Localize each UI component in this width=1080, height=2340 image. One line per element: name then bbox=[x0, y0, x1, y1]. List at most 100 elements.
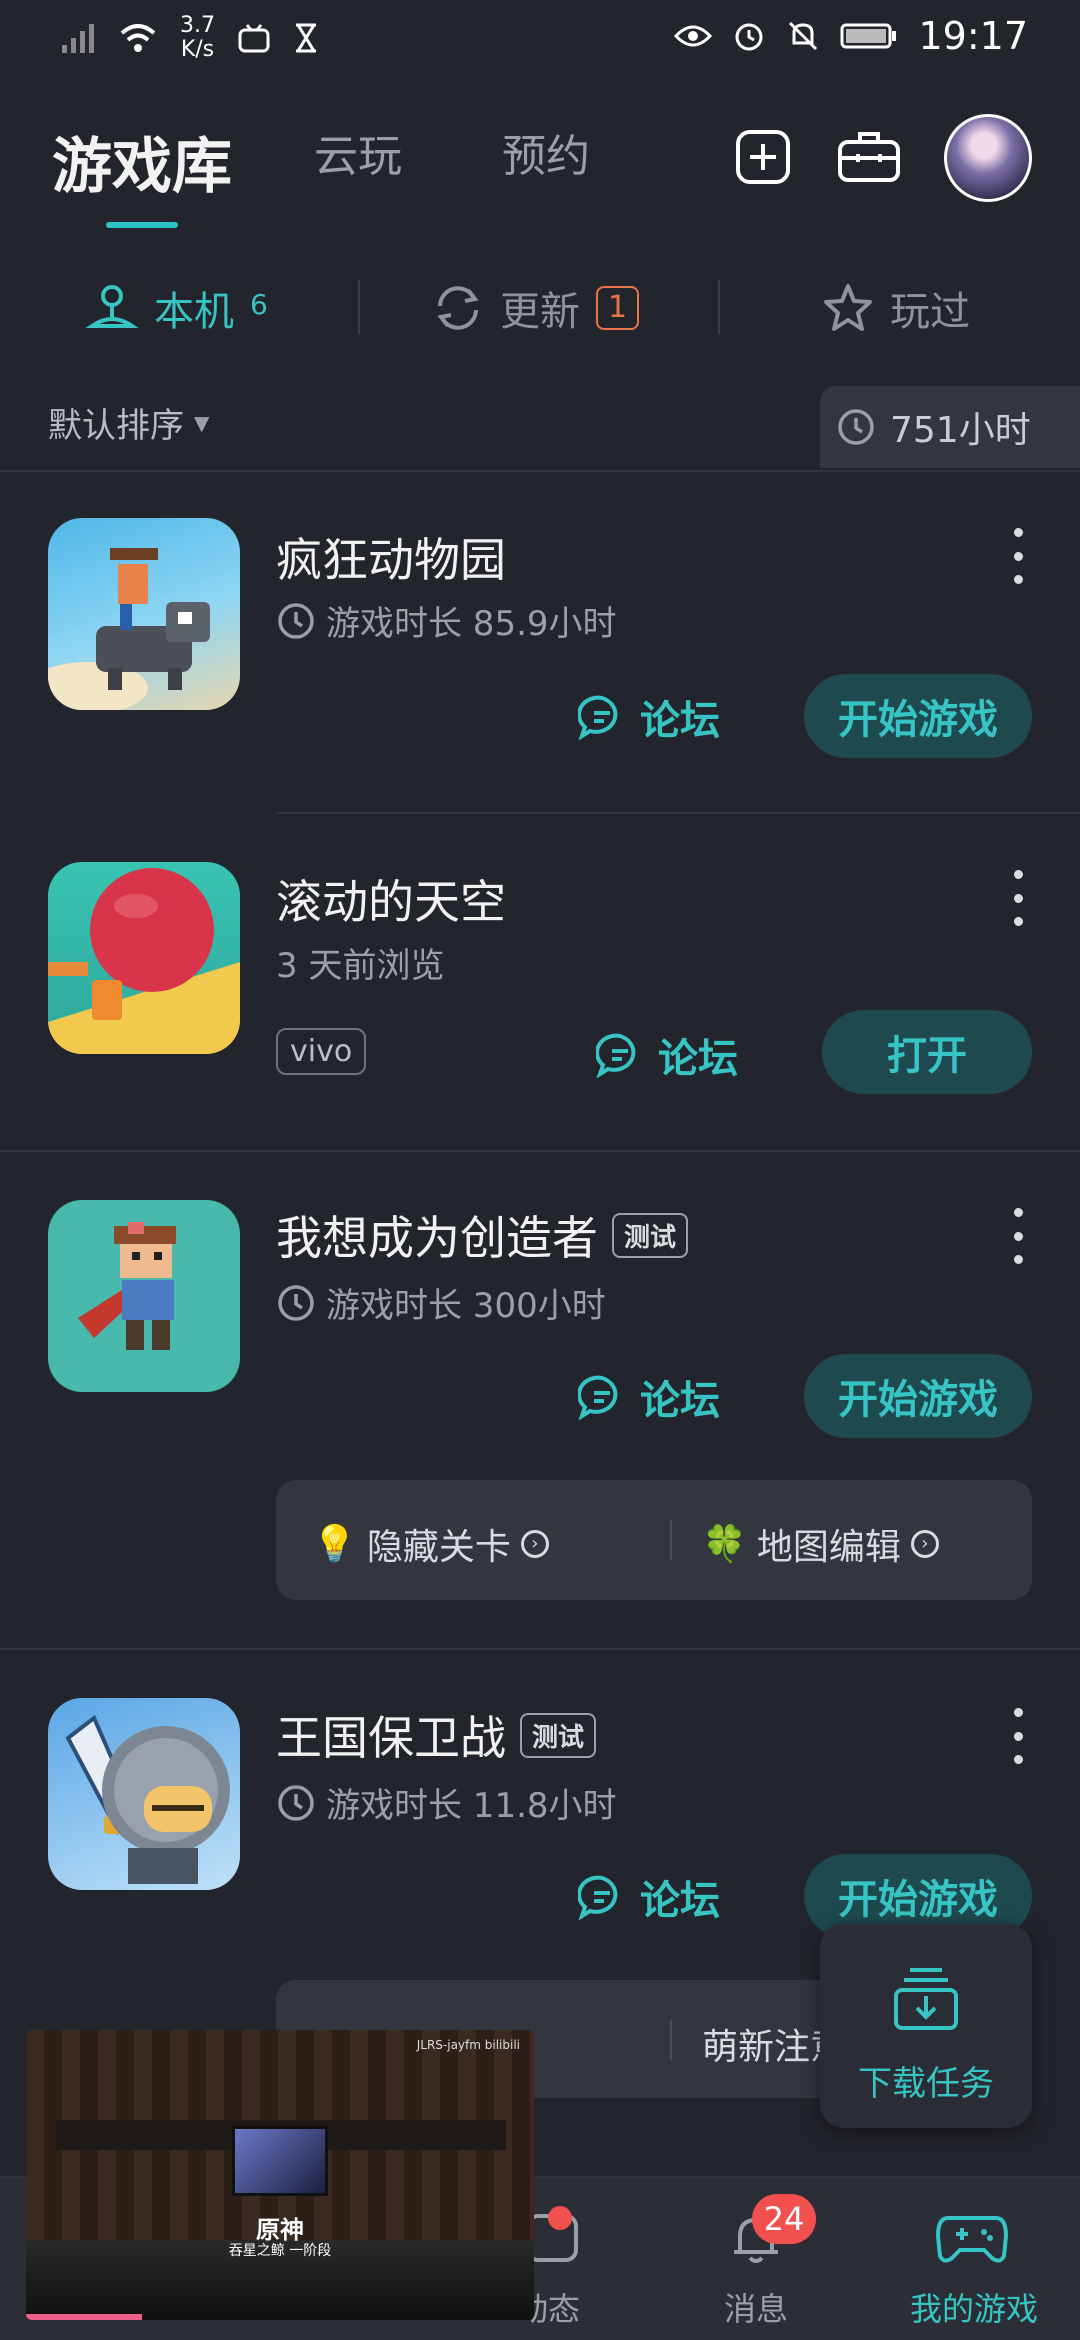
rodeo-art bbox=[48, 548, 210, 710]
nav-my-games[interactable]: 我的游戏 bbox=[910, 2284, 1038, 2330]
lightbulb-icon: 💡 bbox=[312, 1524, 357, 1565]
game-icon-rolling-sky[interactable] bbox=[48, 862, 240, 1054]
divider bbox=[358, 280, 360, 334]
caret-down-icon: ▼ bbox=[194, 410, 210, 435]
alarm-icon bbox=[735, 23, 763, 51]
chat-icon bbox=[578, 1375, 618, 1420]
nav-messages[interactable]: 消息 bbox=[724, 2284, 788, 2330]
tab-cloud-play[interactable]: 云玩 bbox=[314, 120, 402, 184]
game-extras-panel: 💡 隐藏关卡 › 🍀 地图编辑 › bbox=[276, 1480, 1032, 1600]
download-tray-icon bbox=[894, 1968, 958, 2030]
chat-icon bbox=[578, 695, 618, 740]
add-icon[interactable] bbox=[734, 128, 792, 186]
chat-icon bbox=[596, 1033, 636, 1078]
pixel-hero-art bbox=[78, 1222, 176, 1350]
hidden-levels-link[interactable]: 💡 隐藏关卡 › bbox=[312, 1518, 549, 1570]
map-editor-link[interactable]: 🍀 地图编辑 › bbox=[702, 1518, 939, 1570]
signal-icon bbox=[62, 24, 94, 53]
beta-tag: 测试 bbox=[520, 1712, 597, 1758]
more-options-icon[interactable] bbox=[1010, 1208, 1026, 1264]
sort-label: 默认排序 bbox=[48, 406, 184, 446]
start-game-button[interactable]: 开始游戏 bbox=[804, 674, 1032, 758]
total-hours-value: 751小时 bbox=[890, 410, 1031, 451]
clock-time: 19:17 bbox=[918, 14, 1028, 58]
clock-icon bbox=[278, 1784, 314, 1821]
eye-icon bbox=[674, 25, 713, 47]
sort-dropdown[interactable]: 默认排序 ▼ bbox=[48, 398, 209, 447]
clover-icon: 🍀 bbox=[702, 1524, 747, 1565]
divider bbox=[670, 1520, 672, 1560]
game-playtime: 游戏时长 11.8小时 bbox=[276, 1778, 617, 1827]
divider bbox=[0, 470, 1080, 472]
clock-icon bbox=[278, 602, 314, 639]
battery-icon bbox=[840, 23, 897, 49]
rolling-sky-art bbox=[48, 868, 240, 1054]
divider bbox=[718, 280, 720, 334]
clock-icon bbox=[838, 409, 874, 445]
start-game-button[interactable]: 开始游戏 bbox=[804, 1354, 1032, 1438]
update-count-badge: 1 bbox=[596, 286, 640, 330]
knight-art bbox=[65, 1714, 230, 1884]
divider bbox=[670, 2020, 672, 2060]
gamepad-icon[interactable] bbox=[934, 2206, 1010, 2268]
chevron-right-icon: › bbox=[910, 1530, 939, 1558]
refresh-icon bbox=[437, 286, 479, 330]
vivo-badge: vivo bbox=[276, 1028, 367, 1075]
download-task-label: 下载任务 bbox=[858, 2064, 994, 2104]
subtab-played[interactable]: 玩过 bbox=[822, 270, 970, 346]
open-button[interactable]: 打开 bbox=[822, 1010, 1032, 1094]
divider bbox=[276, 812, 1080, 814]
avatar[interactable] bbox=[944, 114, 1032, 202]
tab-reservation[interactable]: 预约 bbox=[502, 120, 590, 184]
game-playtime: 游戏时长 85.9小时 bbox=[276, 596, 617, 645]
game-title[interactable]: 我想成为创造者 测试 bbox=[276, 1202, 689, 1268]
star-icon bbox=[824, 284, 872, 331]
video-watermark: JLRS-jayfm bilibili bbox=[416, 2038, 520, 2052]
total-playtime: 751小时 bbox=[820, 386, 1080, 468]
hourglass-icon bbox=[296, 23, 316, 53]
status-bar: 3.7 K/s 19:17 bbox=[0, 0, 1080, 80]
game-icon-kingdom-rush[interactable] bbox=[48, 1698, 240, 1890]
joystick-icon bbox=[86, 285, 138, 328]
bilibili-icon bbox=[238, 24, 270, 53]
game-icon-creator[interactable] bbox=[48, 1200, 240, 1392]
more-options-icon[interactable] bbox=[1010, 528, 1026, 584]
game-title[interactable]: 滚动的天空 bbox=[276, 866, 506, 932]
subtab-update-label: 更新 bbox=[500, 289, 580, 335]
game-playtime: 游戏时长 300小时 bbox=[276, 1278, 606, 1327]
messages-count-badge: 24 bbox=[752, 2194, 816, 2244]
beta-tag: 测试 bbox=[612, 1212, 689, 1258]
forum-button[interactable]: 论坛 bbox=[578, 688, 720, 746]
subtab-played-label: 玩过 bbox=[890, 289, 970, 335]
tab-game-library[interactable]: 游戏库 bbox=[52, 118, 232, 205]
divider bbox=[0, 1150, 1080, 1152]
subtab-update[interactable]: 更新 1 bbox=[432, 270, 640, 346]
floating-video-player[interactable]: JLRS-jayfm bilibili 原神 吞星之鲸 一阶段 bbox=[26, 2030, 534, 2320]
toolbox-icon[interactable] bbox=[836, 128, 902, 186]
more-options-icon[interactable] bbox=[1010, 870, 1026, 926]
game-icon-rodeo-stampede[interactable] bbox=[48, 518, 240, 710]
local-count: 6 bbox=[250, 287, 268, 321]
more-options-icon[interactable] bbox=[1010, 1708, 1026, 1764]
video-screen bbox=[232, 2126, 328, 2196]
subtab-local[interactable]: 本机 6 bbox=[86, 270, 268, 346]
mute-bell-icon bbox=[789, 21, 818, 51]
chevron-right-icon: › bbox=[520, 1530, 549, 1558]
game-title[interactable]: 王国保卫战 测试 bbox=[276, 1702, 597, 1768]
chat-icon bbox=[578, 1875, 618, 1920]
video-progress-bar bbox=[26, 2314, 142, 2320]
notification-dot bbox=[548, 2206, 572, 2230]
download-task-button[interactable]: 下载任务 bbox=[820, 1924, 1032, 2128]
forum-button[interactable]: 论坛 bbox=[578, 1868, 720, 1926]
game-title[interactable]: 疯狂动物园 bbox=[276, 524, 506, 590]
forum-button[interactable]: 论坛 bbox=[596, 1026, 738, 1084]
video-caption-subtitle: 吞星之鲸 一阶段 bbox=[228, 2243, 332, 2259]
active-tab-indicator bbox=[106, 222, 178, 228]
subtab-local-label: 本机 bbox=[154, 289, 234, 335]
wifi-icon bbox=[120, 24, 156, 52]
divider bbox=[0, 1648, 1080, 1650]
game-last-viewed: 3 天前浏览 bbox=[276, 946, 445, 986]
network-speed: 3.7 K/s bbox=[180, 13, 215, 62]
clock-icon bbox=[278, 1284, 314, 1321]
forum-button[interactable]: 论坛 bbox=[578, 1368, 720, 1426]
